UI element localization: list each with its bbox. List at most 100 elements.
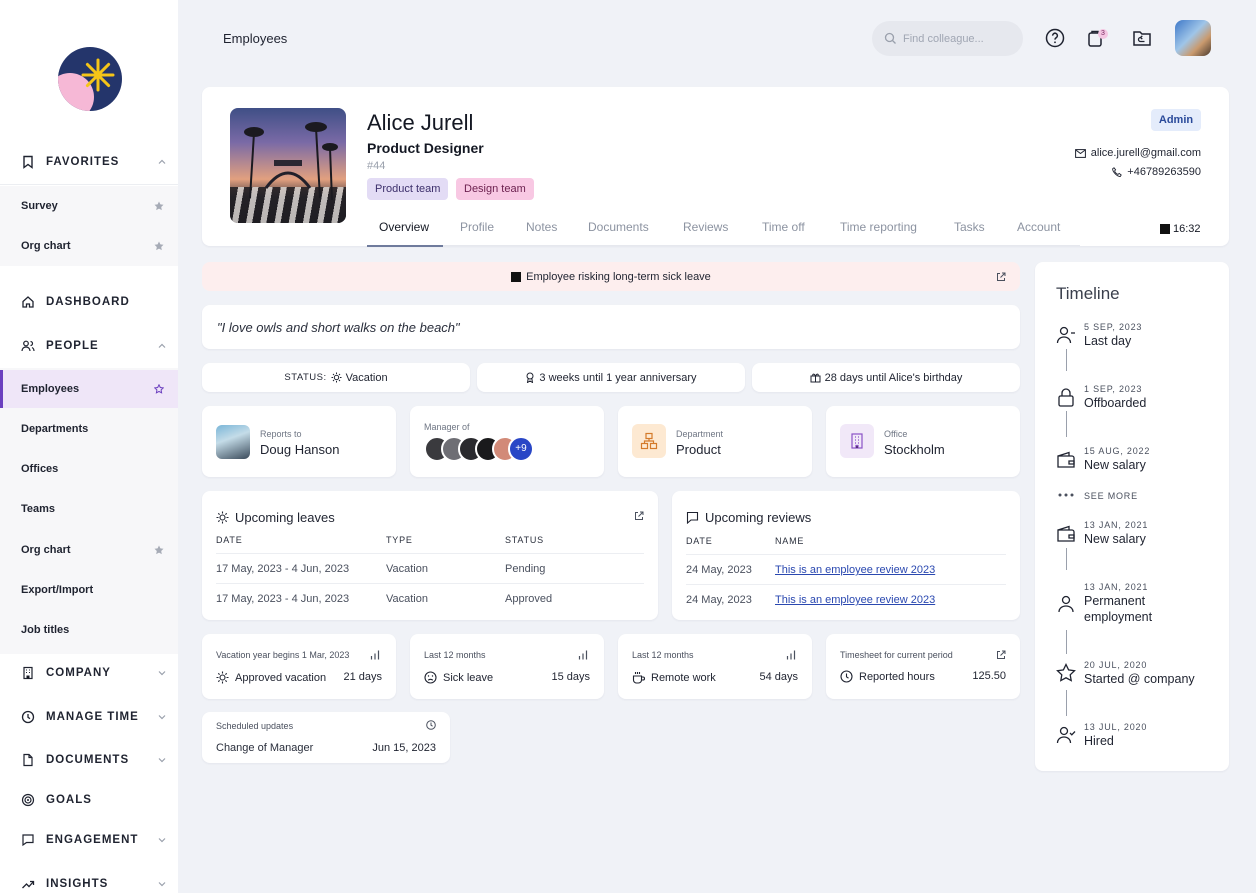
chevron-down-icon [158, 758, 166, 763]
review-link[interactable]: This is an employee review 2023 [775, 564, 935, 576]
scheduled-updates-card[interactable]: Scheduled updates Change of Manager Jun … [202, 712, 450, 763]
profile-photo [230, 108, 346, 223]
tag-product-team[interactable]: Product team [367, 178, 449, 200]
sick-leave-stat-card[interactable]: Last 12 months Sick leave 15 days [410, 634, 604, 699]
user-icon [1058, 595, 1074, 613]
phone-contact[interactable]: +46789263590 [1112, 166, 1201, 178]
lock-icon [1058, 388, 1074, 407]
upcoming-leaves-title-text: Upcoming leaves [235, 510, 335, 525]
tab-documents[interactable]: Documents [588, 220, 649, 234]
sidebar-section-engagement[interactable]: ENGAGEMENT [0, 822, 178, 858]
stat-value: 125.50 [972, 670, 1006, 682]
sun-icon [331, 372, 342, 383]
sidebar-item-export-import[interactable]: Export/Import [0, 571, 178, 609]
star-outline-icon[interactable] [154, 384, 164, 394]
review-date: 24 May, 2023 [686, 594, 752, 606]
timeline-label: Permanent employment [1084, 594, 1153, 624]
sidebar-section-goals[interactable]: GOALS [0, 782, 178, 818]
folder-return-icon[interactable] [1132, 28, 1152, 48]
user-minus-icon [1056, 326, 1075, 344]
timeline-date: 13 JAN, 2021 [1084, 582, 1149, 592]
home-icon [22, 296, 34, 308]
tab-reviews[interactable]: Reviews [683, 220, 728, 234]
tab-notes[interactable]: Notes [526, 220, 557, 234]
bar-chart-icon[interactable] [578, 650, 588, 660]
sidebar-item-employees[interactable]: Employees [0, 370, 178, 408]
anniversary-text: 3 weeks until 1 year anniversary [539, 371, 697, 384]
sidebar-section-label: INSIGHTS [46, 878, 109, 890]
sun-icon [216, 511, 229, 524]
sidebar-section-favorites[interactable]: FAVORITES [0, 144, 178, 180]
see-more-link[interactable]: SEE MORE [1084, 491, 1138, 501]
office-label: Office [884, 429, 908, 439]
tab-profile[interactable]: Profile [460, 220, 494, 234]
sidebar-section-dashboard[interactable]: DASHBOARD [0, 284, 178, 320]
timeline-title: Timeline [1056, 284, 1120, 303]
tag-design-team[interactable]: Design team [456, 178, 534, 200]
company-logo[interactable] [58, 47, 122, 111]
sidebar-item-label: Offices [21, 463, 59, 475]
sidebar-item-org-chart-favorite[interactable]: Org chart [0, 227, 178, 265]
chevron-down-icon [158, 882, 166, 887]
more-dots-icon[interactable] [1058, 493, 1074, 497]
email-contact[interactable]: alice.jurell@gmail.com [1074, 147, 1201, 159]
reports-to-card[interactable]: Reports to Doug Hanson [202, 406, 396, 477]
timeline-date: 20 JUL, 2020 [1084, 660, 1148, 670]
search-box[interactable] [872, 21, 1023, 56]
gift-icon [810, 373, 821, 383]
local-time: 16:32 [1160, 223, 1201, 235]
more-reports-badge[interactable]: +9 [508, 436, 534, 462]
sidebar-section-people[interactable]: PEOPLE [0, 328, 178, 364]
role-badge: Admin [1151, 109, 1201, 131]
star-icon[interactable] [154, 241, 164, 251]
tab-overview[interactable]: Overview [379, 220, 429, 234]
sidebar-item-job-titles[interactable]: Job titles [0, 611, 178, 649]
timeline-date: 1 SEP, 2023 [1084, 384, 1143, 394]
stat-key-text: Sick leave [443, 671, 494, 684]
office-card[interactable]: Office Stockholm [826, 406, 1020, 477]
sidebar-section-insights[interactable]: INSIGHTS [0, 866, 178, 893]
column-header-date: DATE [216, 535, 243, 545]
vacation-stat-card[interactable]: Vacation year begins 1 Mar, 2023 Approve… [202, 634, 396, 699]
remote-work-stat-card[interactable]: Last 12 months Remote work 54 days [618, 634, 812, 699]
sidebar-item-org-chart[interactable]: Org chart [0, 531, 178, 569]
leave-type: Vacation [386, 593, 428, 605]
external-link-icon[interactable] [634, 511, 644, 521]
sidebar-item-offices[interactable]: Offices [0, 450, 178, 488]
tab-time-reporting[interactable]: Time reporting [840, 220, 917, 234]
department-card[interactable]: Department Product [618, 406, 812, 477]
bookmark-icon [23, 155, 33, 169]
tab-tasks[interactable]: Tasks [954, 220, 985, 234]
target-icon [21, 793, 35, 807]
tab-time-off[interactable]: Time off [762, 220, 805, 234]
stat-value: 54 days [759, 671, 798, 683]
leave-type: Vacation [386, 563, 428, 575]
sidebar-section-label: ENGAGEMENT [46, 834, 139, 846]
sidebar-item-survey[interactable]: Survey [0, 187, 178, 225]
external-link-icon[interactable] [996, 272, 1006, 282]
sidebar-item-departments[interactable]: Departments [0, 410, 178, 448]
timeline-label: Started @ company [1084, 672, 1195, 686]
sun-icon [216, 671, 229, 684]
help-icon[interactable] [1045, 28, 1065, 48]
star-icon[interactable] [154, 545, 164, 555]
search-icon [884, 32, 896, 44]
timeline-date: 15 AUG, 2022 [1084, 446, 1151, 456]
sidebar-section-documents[interactable]: DOCUMENTS [0, 742, 178, 778]
coffee-icon [632, 672, 645, 684]
org-structure-icon [640, 432, 658, 450]
sidebar-item-teams[interactable]: Teams [0, 490, 178, 528]
sick-leave-alert[interactable]: Employee risking long-term sick leave [202, 262, 1020, 291]
user-avatar[interactable] [1175, 20, 1211, 56]
column-header-date: DATE [686, 536, 713, 546]
search-input[interactable] [903, 32, 1013, 45]
star-icon[interactable] [154, 201, 164, 211]
bar-chart-icon[interactable] [370, 650, 380, 660]
bar-chart-icon[interactable] [786, 650, 796, 660]
tab-account[interactable]: Account [1017, 220, 1060, 234]
review-link[interactable]: This is an employee review 2023 [775, 594, 935, 606]
external-link-icon[interactable] [996, 650, 1006, 660]
sidebar-section-manage-time[interactable]: MANAGE TIME [0, 699, 178, 735]
sidebar-section-company[interactable]: COMPANY [0, 655, 178, 691]
reported-hours-stat-card[interactable]: Timesheet for current period Reported ho… [826, 634, 1020, 699]
